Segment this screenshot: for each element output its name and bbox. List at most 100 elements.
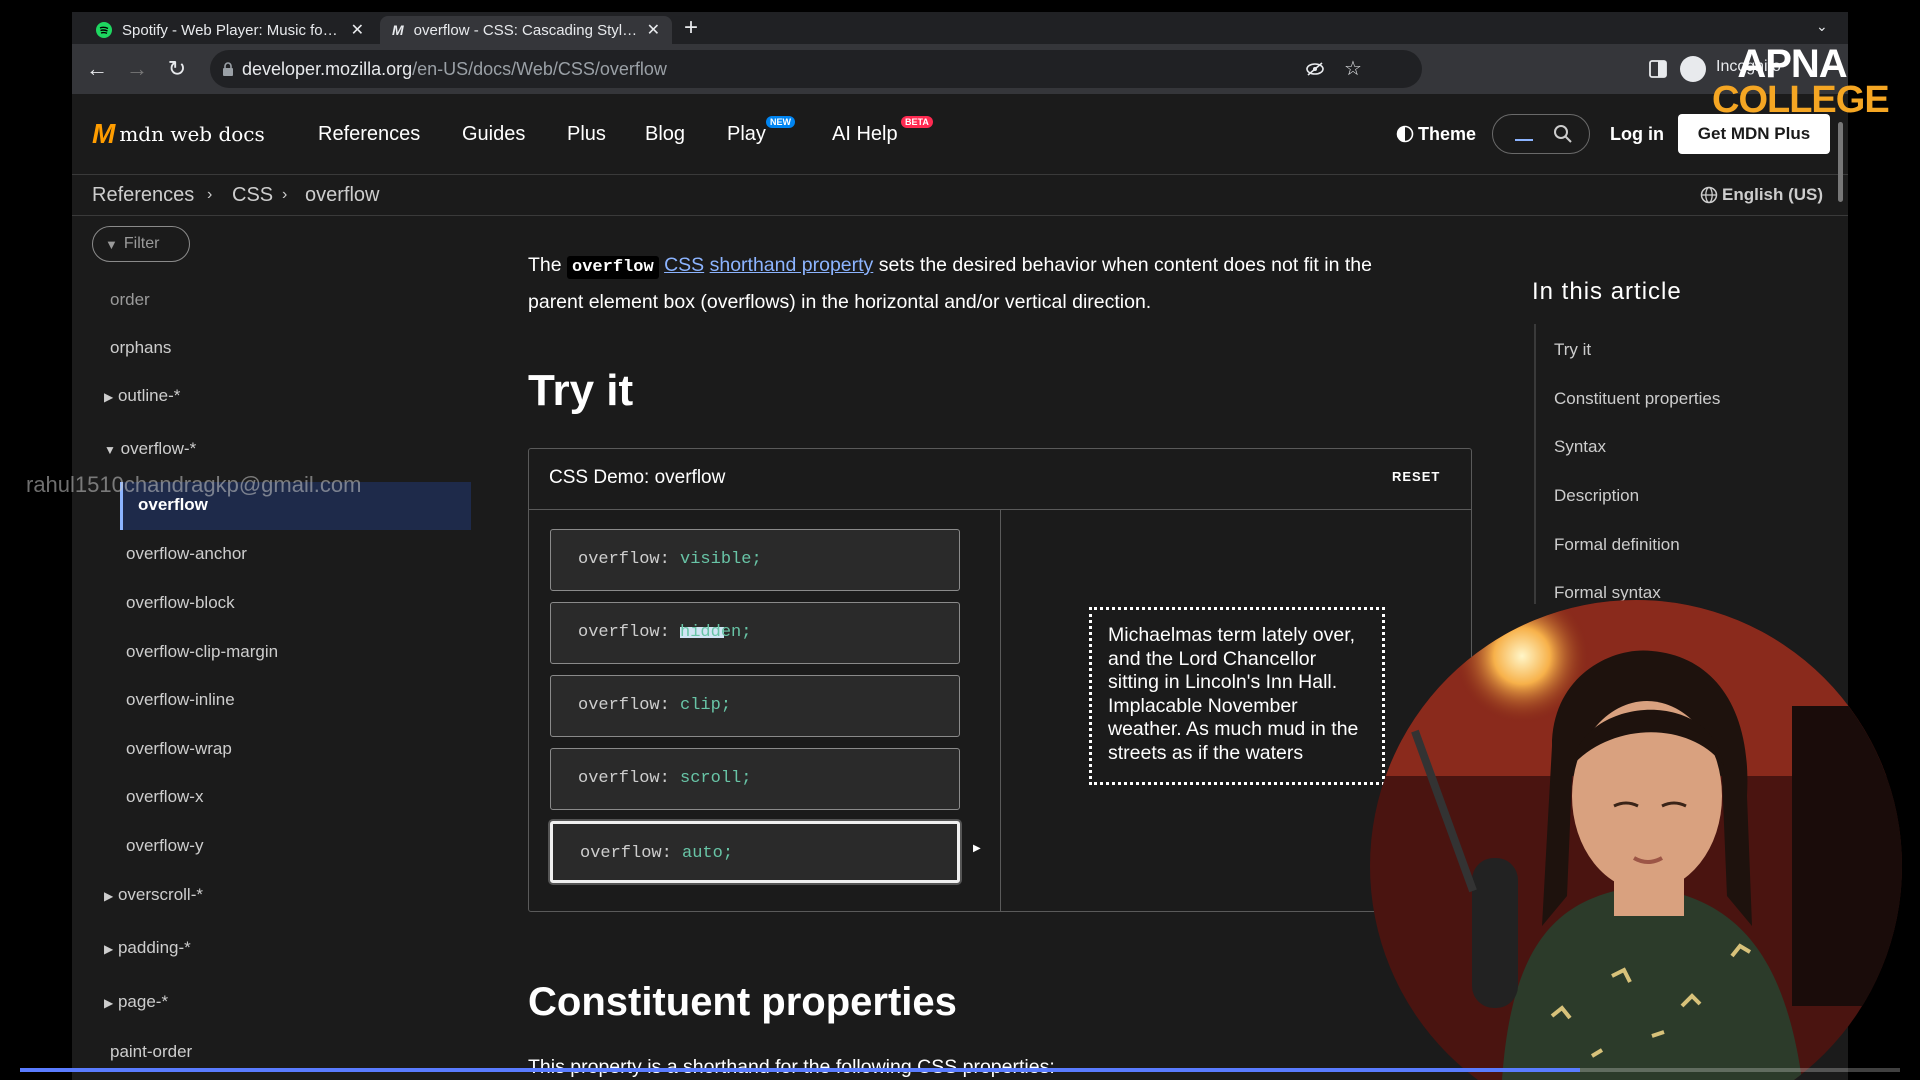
- demo-option-hidden[interactable]: overflow: hidden;: [550, 602, 960, 664]
- login-link[interactable]: Log in: [1610, 94, 1664, 174]
- demo-prop: overflow:: [578, 769, 670, 788]
- email-watermark: rahul1510chandragkp@gmail.com: [26, 472, 362, 497]
- sidebar-group-label: overflow-*: [120, 439, 197, 458]
- demo-option-auto[interactable]: overflow: auto;: [550, 821, 960, 883]
- mdn-header: M mdn web docs References Guides Plus Bl…: [72, 94, 1848, 175]
- sidebar-group-page[interactable]: ▶ page-*: [104, 990, 168, 1014]
- sidebar-item-overflow-block[interactable]: overflow-block: [126, 591, 235, 615]
- breadcrumb-css[interactable]: CSS: [232, 175, 273, 215]
- tab-title: overflow - CSS: Cascading Style Sheets |…: [413, 21, 639, 39]
- sidebar-item-order[interactable]: order: [110, 288, 150, 312]
- tab-bar: Spotify - Web Player: Music for everyone…: [72, 12, 1848, 44]
- nav-guides[interactable]: Guides: [462, 94, 525, 174]
- breadcrumb-overflow[interactable]: overflow: [305, 175, 379, 215]
- collapse-triangle-icon: ▼: [104, 443, 116, 457]
- expand-triangle-icon: ▶: [104, 390, 114, 404]
- intro-text: sets the desired behavior when content d…: [878, 254, 1372, 276]
- demo-value: auto;: [682, 844, 734, 863]
- demo-output-box: Michaelmas term lately over, and the Lor…: [1089, 607, 1385, 785]
- tab-list-chevron-icon[interactable]: ⌄: [1816, 18, 1828, 35]
- expand-triangle-icon: ▶: [104, 889, 114, 903]
- bookmark-star-icon[interactable]: ☆: [1344, 56, 1362, 81]
- nav-blog[interactable]: Blog: [645, 94, 685, 174]
- demo-prop: overflow:: [578, 623, 670, 642]
- ai-beta-badge: BETA: [901, 116, 933, 128]
- close-tab-icon[interactable]: ✕: [351, 20, 364, 40]
- sidebar-item-overflow-wrap[interactable]: overflow-wrap: [126, 737, 232, 761]
- css-link[interactable]: CSS: [664, 254, 704, 276]
- sidebar-item-overflow-clip-margin[interactable]: overflow-clip-margin: [126, 640, 278, 664]
- language-selector[interactable]: English (US): [1700, 175, 1823, 215]
- search-cursor: [1515, 139, 1533, 141]
- filter-button[interactable]: ▼ Filter: [92, 226, 190, 262]
- spotify-icon: [96, 22, 112, 38]
- sidepanel-icon[interactable]: [1649, 60, 1667, 78]
- search-icon[interactable]: [1553, 124, 1573, 144]
- toc-title: In this article: [1532, 278, 1682, 305]
- breadcrumb-references[interactable]: References: [92, 175, 194, 215]
- toc-item-formal-definition[interactable]: Formal definition: [1554, 535, 1680, 555]
- demo-option-clip[interactable]: overflow: clip;: [550, 675, 960, 737]
- demo-output-text: Michaelmas term lately over, and the Lor…: [1108, 624, 1359, 764]
- mdn-logo[interactable]: M mdn web docs: [92, 118, 265, 150]
- sidebar-item-overflow-x[interactable]: overflow-x: [126, 785, 203, 809]
- mdn-logo-icon: M: [92, 118, 115, 149]
- sidebar-item-orphans[interactable]: orphans: [110, 336, 171, 360]
- toc-item-syntax[interactable]: Syntax: [1554, 437, 1606, 457]
- demo-title: CSS Demo: overflow: [549, 467, 726, 488]
- theme-label: Theme: [1418, 124, 1477, 144]
- demo-prop: overflow:: [580, 844, 672, 863]
- demo-value: hidden;: [680, 623, 752, 642]
- back-arrow-icon[interactable]: ←: [82, 54, 112, 84]
- tab-mdn-overflow[interactable]: M overflow - CSS: Cascading Style Sheets…: [380, 16, 672, 44]
- try-it-heading: Try it: [528, 366, 634, 415]
- reload-icon[interactable]: ↻: [162, 54, 192, 84]
- toc-item-constituent[interactable]: Constituent properties: [1554, 389, 1720, 409]
- inline-code-overflow: overflow: [567, 256, 659, 279]
- apna-college-logo: APNA COLLEGE: [1712, 42, 1890, 119]
- reset-button[interactable]: RESET: [1392, 469, 1440, 484]
- browser-toolbar: ← → ↻ developer.mozilla.org/en-US/docs/W…: [72, 44, 1848, 94]
- demo-option-scroll[interactable]: overflow: scroll;: [550, 748, 960, 810]
- toc-rail: [1534, 324, 1536, 604]
- url-path: /en-US/docs/Web/CSS/overflow: [412, 59, 667, 79]
- eye-off-icon[interactable]: [1305, 61, 1325, 77]
- language-label: English (US): [1722, 185, 1824, 204]
- demo-value: visible;: [680, 550, 762, 569]
- sidebar-group-overscroll[interactable]: ▶ overscroll-*: [104, 883, 203, 907]
- tab-title: Spotify - Web Player: Music for everyone: [122, 21, 343, 39]
- toc-item-description[interactable]: Description: [1554, 486, 1639, 506]
- search-input[interactable]: [1492, 114, 1590, 154]
- address-bar[interactable]: developer.mozilla.org/en-US/docs/Web/CSS…: [210, 50, 1422, 88]
- mdn-icon: M: [392, 22, 404, 38]
- nav-plus[interactable]: Plus: [567, 94, 606, 174]
- breadcrumb-separator-icon: ›: [282, 186, 288, 203]
- close-tab-icon[interactable]: ✕: [647, 20, 660, 40]
- theme-contrast-icon: [1396, 125, 1414, 143]
- page-scrollbar[interactable]: [1838, 122, 1843, 202]
- sidebar-group-outline[interactable]: ▶ outline-*: [104, 384, 180, 408]
- filter-icon: ▼: [105, 236, 118, 252]
- sidebar-group-label: outline-*: [117, 386, 181, 405]
- theme-toggle[interactable]: Theme: [1396, 94, 1476, 174]
- breadcrumb-separator-icon: ›: [207, 186, 213, 203]
- nav-play[interactable]: Play: [727, 94, 766, 174]
- url-text: developer.mozilla.org/en-US/docs/Web/CSS…: [242, 50, 667, 88]
- forward-arrow-icon[interactable]: →: [122, 54, 152, 84]
- nav-ai-help[interactable]: AI Help: [832, 94, 898, 174]
- shorthand-property-link[interactable]: shorthand property: [710, 254, 874, 276]
- nav-references[interactable]: References: [318, 94, 420, 174]
- sidebar-item-paint-order[interactable]: paint-order: [110, 1040, 192, 1064]
- sidebar-item-overflow-inline[interactable]: overflow-inline: [126, 688, 235, 712]
- video-progress-track[interactable]: [20, 1068, 1900, 1072]
- logo-line-apna: APNA: [1737, 42, 1847, 86]
- sidebar-item-overflow-y[interactable]: overflow-y: [126, 834, 203, 858]
- demo-option-visible[interactable]: overflow: visible;: [550, 529, 960, 591]
- incognito-avatar[interactable]: [1680, 56, 1706, 82]
- toc-item-try-it[interactable]: Try it: [1554, 340, 1591, 360]
- sidebar-group-padding[interactable]: ▶ padding-*: [104, 936, 191, 960]
- sidebar-item-overflow-anchor[interactable]: overflow-anchor: [126, 542, 247, 566]
- tab-spotify[interactable]: Spotify - Web Player: Music for everyone…: [84, 16, 376, 44]
- sidebar-group-overflow[interactable]: ▼ overflow-*: [104, 437, 196, 461]
- new-tab-icon[interactable]: +: [684, 14, 698, 42]
